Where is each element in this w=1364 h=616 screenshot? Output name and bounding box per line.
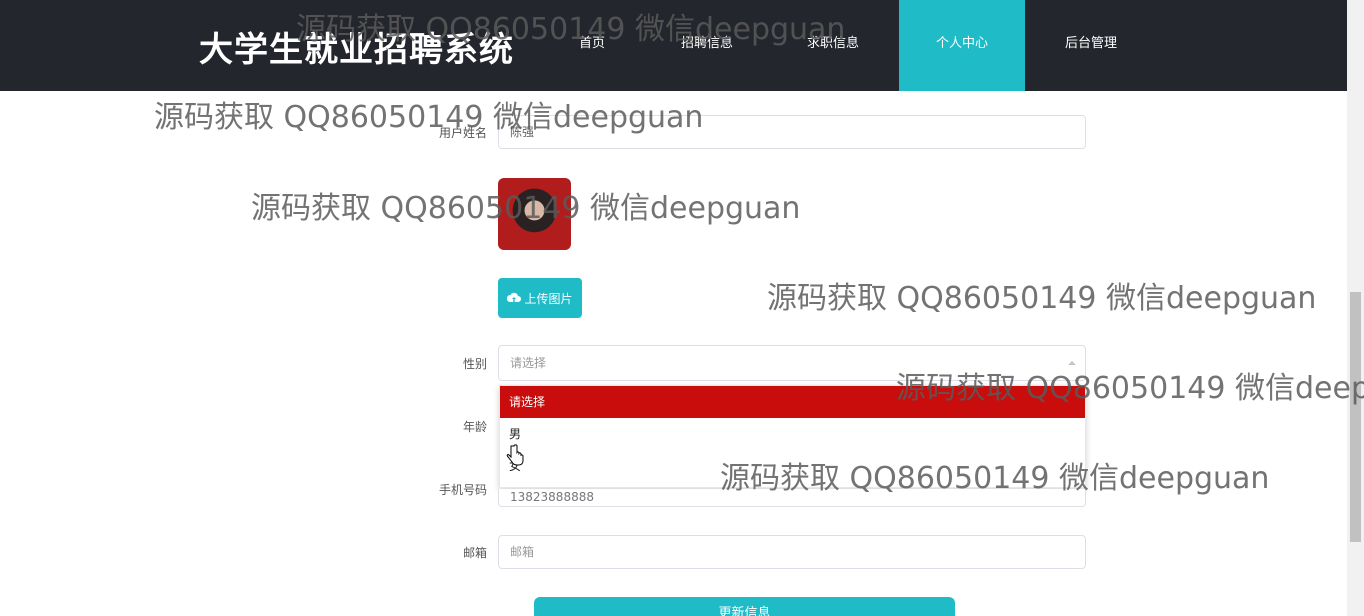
watermark: 源码获取 QQ86050149 微信deepguan	[767, 281, 1317, 316]
upload-image-button[interactable]: 上传图片	[498, 278, 582, 318]
top-navbar: 大学生就业招聘系统 首页 招聘信息 求职信息 个人中心 后台管理	[0, 0, 1347, 91]
brand-title: 大学生就业招聘系统	[199, 30, 514, 70]
gender-option-female[interactable]: 女	[500, 450, 1085, 482]
gender-select[interactable]: 请选择	[498, 345, 1086, 381]
vertical-scrollbar[interactable]	[1347, 0, 1364, 616]
nav-personal-center[interactable]: 个人中心	[899, 0, 1025, 91]
gender-option-male[interactable]: 男	[500, 418, 1085, 450]
scrollbar-thumb[interactable]	[1350, 292, 1361, 542]
username-input[interactable]: 陈强	[498, 115, 1086, 149]
page: 大学生就业招聘系统 首页 招聘信息 求职信息 个人中心 后台管理 用户姓名 陈强…	[0, 0, 1364, 616]
upload-image-label: 上传图片	[524, 291, 573, 306]
phone-input[interactable]: 13823888888	[498, 489, 1086, 507]
email-label: 邮箱	[462, 546, 487, 560]
nav-job-seeking[interactable]: 求职信息	[798, 0, 868, 91]
phone-label: 手机号码	[438, 483, 487, 497]
gender-dropdown: 请选择 男 女	[499, 385, 1086, 488]
gender-option-placeholder[interactable]: 请选择	[500, 386, 1085, 418]
chevron-up-icon	[1068, 361, 1076, 365]
nav-admin[interactable]: 后台管理	[1056, 0, 1126, 91]
nav-home[interactable]: 首页	[572, 0, 612, 91]
gender-label: 性别	[462, 357, 487, 371]
username-label: 用户姓名	[438, 126, 487, 140]
cloud-upload-icon	[507, 292, 522, 302]
update-info-button[interactable]: 更新信息	[534, 597, 955, 616]
avatar-image	[498, 178, 571, 250]
age-label: 年龄	[462, 420, 487, 434]
hand-pointer-icon	[506, 444, 524, 466]
email-input[interactable]: 邮箱	[498, 535, 1086, 569]
nav-recruitment[interactable]: 招聘信息	[672, 0, 742, 91]
